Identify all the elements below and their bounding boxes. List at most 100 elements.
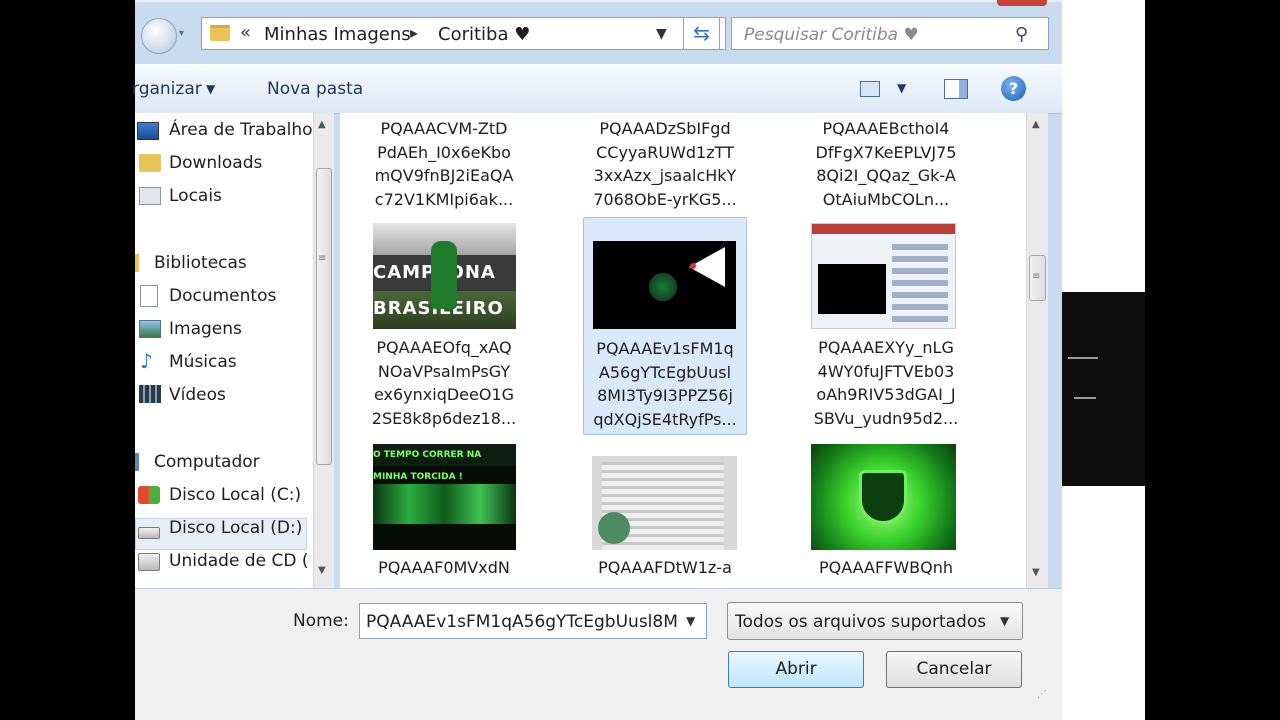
- file-name-line: SBVu_yudn95d2...: [813, 408, 959, 428]
- file-name-line: c72V1KMIpi6ak...: [374, 189, 514, 209]
- file-item[interactable]: PQAAAEOfq_xAQ NOaVPsaImPsGY ex6ynxiqDeeO…: [362, 336, 526, 430]
- file-item[interactable]: PQAAADzSbIFgd CCyyaRUWd1zTT 3xxAzx_jsaal…: [583, 117, 747, 211]
- cancel-button[interactable]: Cancelar: [886, 651, 1022, 688]
- file-name-line: 4WY0fuJFTVEb03: [817, 361, 955, 381]
- letterbox-left: [0, 0, 135, 720]
- title-bar-edge: [135, 0, 1062, 2]
- thumbnail-red-dot: [690, 263, 696, 269]
- nav-header-libraries[interactable]: Bibliotecas: [154, 253, 247, 273]
- back-button[interactable]: [141, 18, 177, 54]
- change-view-icon[interactable]: [860, 81, 880, 97]
- scroll-up-icon[interactable]: ▲: [1032, 119, 1040, 130]
- search-box[interactable]: Pesquisar Coritiba ♥ ⚲: [731, 17, 1049, 50]
- search-icon[interactable]: ⚲: [1015, 24, 1028, 45]
- file-item[interactable]: PQAAAEXYy_nLG 4WY0fuJFTVEb03 oAh9RIV53dG…: [804, 336, 968, 430]
- file-item[interactable]: PQAAAEBcthoI4 DfFgX7KeEPLVJ75 8Qi2I_QQaz…: [804, 117, 968, 211]
- organize-button[interactable]: rganizar: [132, 79, 202, 99]
- image-thumbnail[interactable]: [811, 444, 956, 550]
- thumbnail-video-area: [818, 264, 886, 314]
- computer-icon: [135, 453, 139, 471]
- file-name-line: PQAAAF0MVxdN: [378, 558, 510, 577]
- breadcrumb-coritiba[interactable]: Coritiba ♥: [438, 24, 530, 45]
- image-thumbnail[interactable]: O TEMPO CORRER NA MINHA TORCIDA !: [373, 444, 516, 550]
- resize-grip-icon[interactable]: ⋰: [1037, 689, 1047, 700]
- file-list: PQAAACVM-ZtD PdAEh_I0x6eKbo mQV9fnBJ2iEa…: [340, 113, 1026, 588]
- nav-item-desktop[interactable]: Área de Trabalho: [169, 120, 313, 140]
- folder-icon: [210, 25, 230, 41]
- thumbnail-crest: [649, 273, 677, 301]
- refresh-icon[interactable]: ⇆: [683, 17, 720, 50]
- file-item[interactable]: PQAAAF0MVxdN: [362, 556, 526, 580]
- scroll-up-icon[interactable]: ▲: [318, 119, 326, 130]
- organize-dropdown-icon[interactable]: ▼: [206, 82, 215, 96]
- file-type-dropdown-icon[interactable]: ▼: [1000, 614, 1009, 628]
- nav-item-downloads[interactable]: Downloads: [169, 153, 262, 173]
- music-icon: ♪: [140, 349, 153, 373]
- file-name-line: PQAAADzSbIFgd: [599, 119, 731, 138]
- letterbox-right: [1145, 0, 1280, 720]
- file-list-scrollbar[interactable]: ▲ ≡ ▼: [1026, 113, 1048, 588]
- scrollbar-thumb[interactable]: [316, 168, 332, 465]
- address-bar[interactable]: « Minhas Imagens ▸ Coritiba ♥ ▼: [201, 17, 726, 50]
- image-thumbnail[interactable]: CAMPEONA BRASILEIRO: [373, 223, 516, 329]
- open-button[interactable]: Abrir: [728, 651, 864, 688]
- file-name-dropdown-icon[interactable]: ▼: [686, 614, 695, 628]
- search-input[interactable]: Pesquisar Coritiba ♥: [744, 25, 919, 45]
- thumbnail-crest: [859, 470, 907, 524]
- file-name-line: 8Qi2I_QQaz_Gk-A: [816, 166, 956, 185]
- background-window-text: [1074, 397, 1096, 399]
- file-item[interactable]: PQAAAFDtW1z-a: [583, 556, 747, 580]
- file-type-select[interactable]: Todos os arquivos suportados ▼: [727, 602, 1023, 640]
- file-name-line: PQAAACVM-ZtD: [380, 119, 508, 138]
- nav-item-music[interactable]: Músicas: [169, 352, 237, 372]
- thumbnail-caption-text: O TEMPO CORRER NA MINHA TORCIDA !: [373, 444, 516, 482]
- breadcrumb-separator-icon[interactable]: ▸: [410, 23, 418, 42]
- breadcrumb-minhas-imagens[interactable]: Minhas Imagens: [264, 24, 411, 45]
- file-name-input[interactable]: PQAAAEv1sFM1qA56gYTcEgbUusl8MI3Ty9I3PPZ5…: [366, 612, 678, 632]
- file-name-line: PQAAAFDtW1z-a: [598, 558, 732, 577]
- file-name-line: PQAAAEv1sFM1q: [596, 339, 734, 358]
- file-name-line: 7068ObE-yrKG5...: [593, 189, 737, 209]
- image-thumbnail[interactable]: [811, 223, 956, 329]
- scrollbar-grip-icon: ≡: [318, 253, 327, 264]
- file-name-line: 3xxAzx_jsaalcHkY: [593, 166, 737, 185]
- nav-item-pictures[interactable]: Imagens: [169, 319, 242, 339]
- image-thumbnail[interactable]: [593, 241, 736, 329]
- windows-drive-icon: [138, 486, 160, 504]
- pictures-icon: [139, 320, 161, 338]
- close-button[interactable]: [997, 0, 1047, 6]
- nav-item-documents[interactable]: Documentos: [169, 286, 276, 306]
- preview-pane-icon[interactable]: [944, 79, 968, 99]
- recent-places-icon: [139, 187, 161, 205]
- help-icon[interactable]: ?: [1001, 76, 1026, 101]
- drive-icon: [138, 527, 160, 539]
- nav-item-videos[interactable]: Vídeos: [169, 385, 226, 405]
- file-name-line: mQV9fnBJ2iEaQA: [374, 166, 514, 185]
- nav-item-drive-c[interactable]: Disco Local (C:): [169, 485, 301, 505]
- nav-header-computer[interactable]: Computador: [154, 452, 260, 472]
- file-name-line: OtAiuMbCOLn...: [822, 189, 950, 209]
- address-dropdown-icon[interactable]: ▼: [656, 26, 667, 42]
- recent-pages-chevron-icon[interactable]: ▾: [179, 28, 184, 39]
- scroll-down-icon[interactable]: ▼: [318, 565, 326, 576]
- background-window: [1062, 292, 1145, 486]
- file-name-line: PQAAAEXYy_nLG: [818, 338, 954, 357]
- file-name-combobox[interactable]: PQAAAEv1sFM1qA56gYTcEgbUusl8MI3Ty9I3PPZ5…: [359, 603, 707, 639]
- thumbnail-green-glow: [373, 484, 516, 524]
- navigation-scrollbar[interactable]: ▲ ≡ ▼: [313, 113, 334, 588]
- overflow-chevron-icon[interactable]: «: [240, 22, 251, 43]
- scroll-down-icon[interactable]: ▼: [1032, 567, 1040, 578]
- file-item[interactable]: PQAAAFFWBQnh: [804, 556, 968, 580]
- nav-item-recent-places[interactable]: Locais: [169, 186, 222, 206]
- libraries-icon: [135, 254, 139, 272]
- nav-item-cd-drive[interactable]: Unidade de CD (: [169, 551, 308, 571]
- file-item[interactable]: PQAAACVM-ZtD PdAEh_I0x6eKbo mQV9fnBJ2iEa…: [362, 117, 526, 211]
- file-name-line: CCyyaRUWd1zTT: [596, 142, 734, 162]
- nav-item-drive-d[interactable]: Disco Local (D:): [169, 518, 302, 538]
- image-thumbnail[interactable]: [592, 456, 737, 550]
- file-open-dialog: ▾ « Minhas Imagens ▸ Coritiba ♥ ▼ ⇆ Pesq…: [132, 0, 1062, 720]
- background-window-text: [1068, 357, 1098, 359]
- file-name-line: ex6ynxiqDeeO1G: [373, 385, 515, 404]
- new-folder-button[interactable]: Nova pasta: [267, 79, 363, 99]
- view-dropdown-icon[interactable]: ▼: [897, 81, 906, 95]
